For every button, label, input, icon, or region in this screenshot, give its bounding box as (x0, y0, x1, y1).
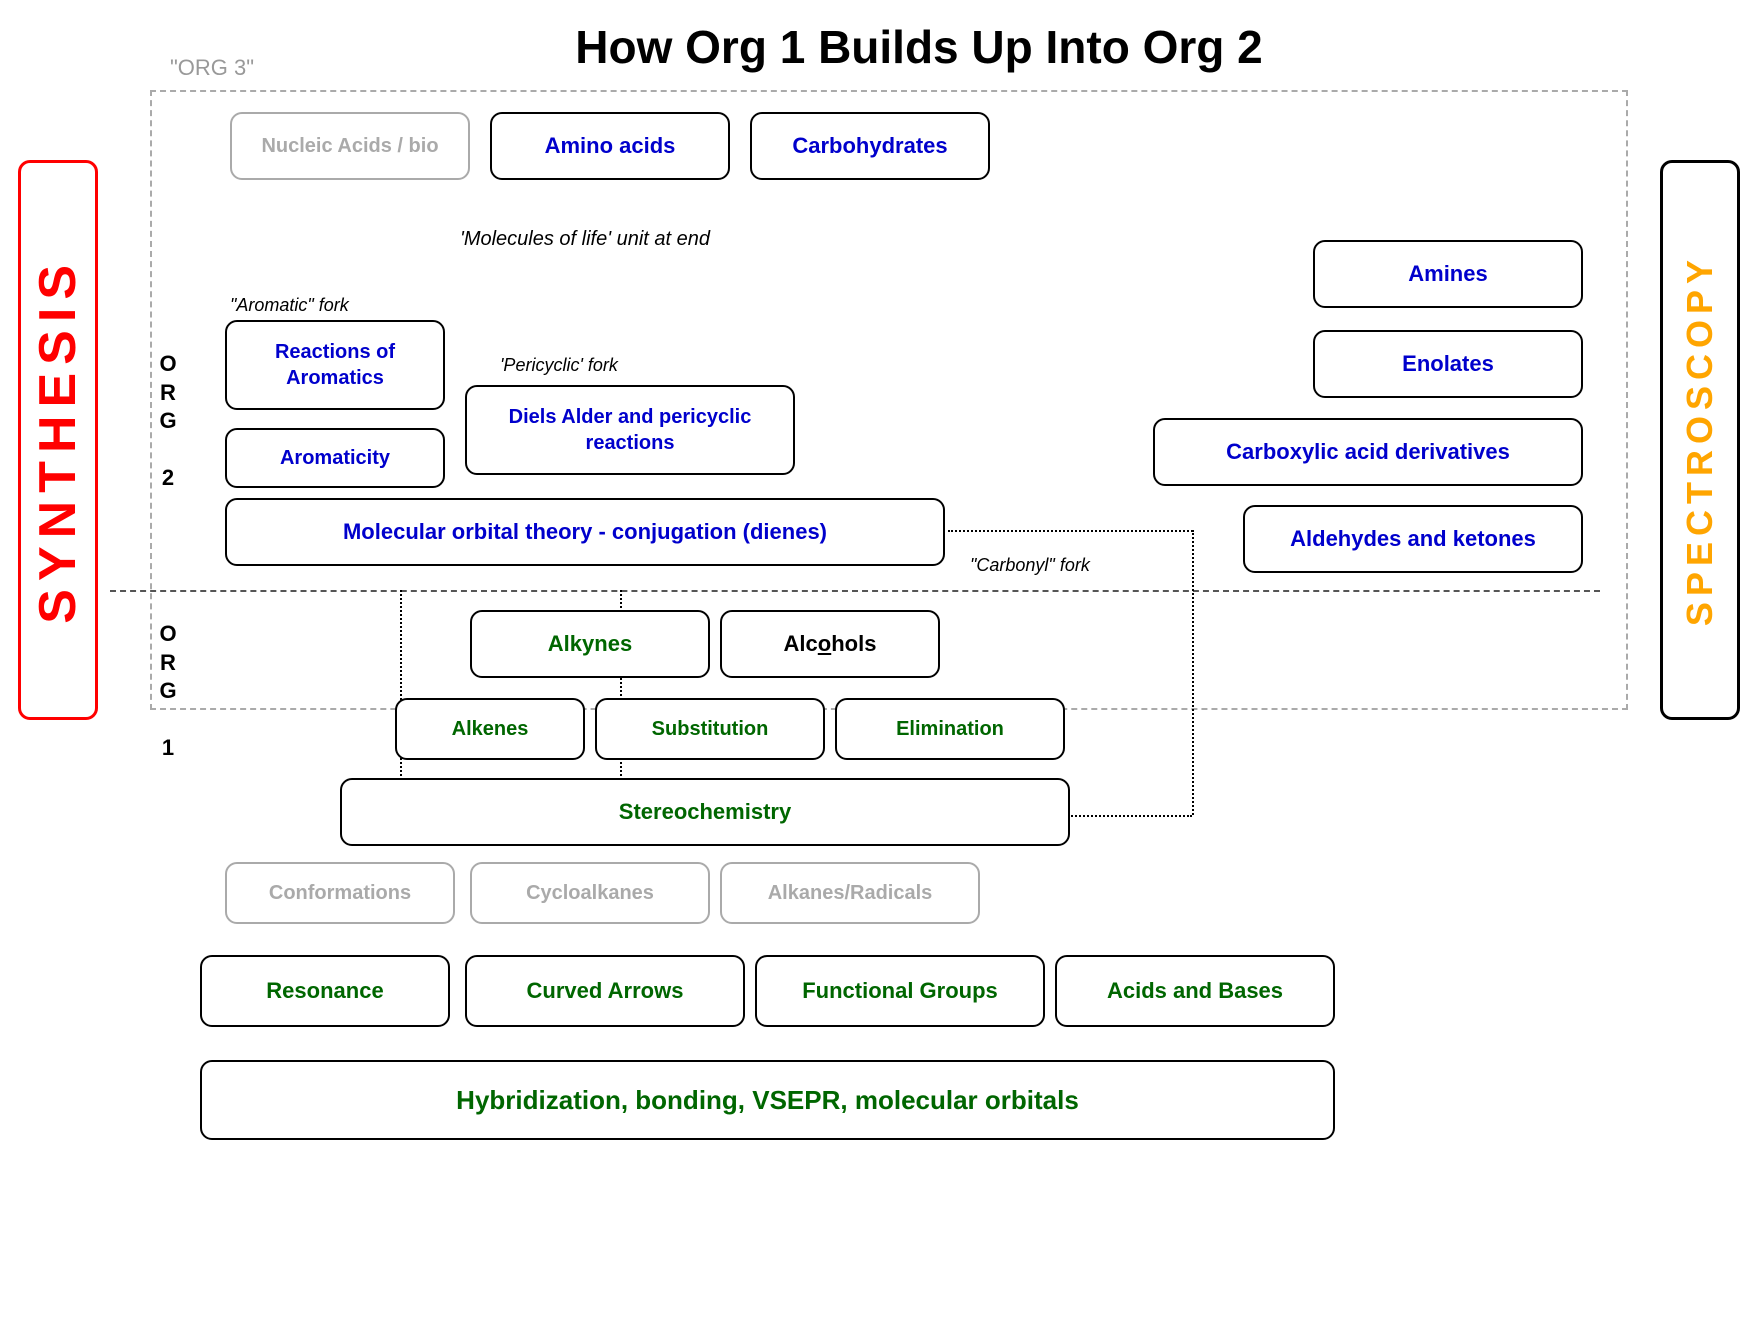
page-title: How Org 1 Builds Up Into Org 2 (100, 20, 1738, 74)
box-conformations: Conformations (225, 862, 455, 924)
box-nucleic-acids: Nucleic Acids / bio (230, 112, 470, 180)
fork-aromatic: "Aromatic" fork (230, 295, 349, 316)
box-cycloalkanes: Cycloalkanes (470, 862, 710, 924)
box-aldehydes: Aldehydes and ketones (1243, 505, 1583, 573)
spectroscopy-label: SPECTROSCOPY (1660, 160, 1740, 720)
box-aromaticity: Aromaticity (225, 428, 445, 488)
box-reactions-aromatics: Reactions of Aromatics (225, 320, 445, 410)
org-divider (110, 590, 1600, 592)
synthesis-label: SYNTHESIS (18, 160, 98, 720)
box-curved-arrows: Curved Arrows (465, 955, 745, 1027)
box-hybridization: Hybridization, bonding, VSEPR, molecular… (200, 1060, 1335, 1140)
dotted-v-right (1192, 530, 1194, 815)
box-carbohydrates: Carbohydrates (750, 112, 990, 180)
box-enolates: Enolates (1313, 330, 1583, 398)
synthesis-text: SYNTHESIS (28, 257, 88, 624)
box-acids-bases: Acids and Bases (1055, 955, 1335, 1027)
org1-label: ORG1 (138, 620, 198, 763)
fork-carbonyl: "Carbonyl" fork (970, 555, 1090, 576)
box-amino-acids: Amino acids (490, 112, 730, 180)
org3-label: "ORG 3" (170, 55, 254, 81)
box-functional-groups: Functional Groups (755, 955, 1045, 1027)
spectroscopy-text: SPECTROSCOPY (1679, 254, 1721, 626)
box-amines: Amines (1313, 240, 1583, 308)
box-alcohols: Alcohols (720, 610, 940, 678)
box-diels-alder: Diels Alder and pericyclic reactions (465, 385, 795, 475)
fork-pericyclic: 'Pericyclic' fork (500, 355, 618, 376)
box-alkynes: Alkynes (470, 610, 710, 678)
box-alkenes: Alkenes (395, 698, 585, 760)
box-mol-orbital: Molecular orbital theory - conjugation (… (225, 498, 945, 566)
main-container: How Org 1 Builds Up Into Org 2 "ORG 3" S… (0, 0, 1758, 1342)
box-substitution: Substitution (595, 698, 825, 760)
box-carboxylic: Carboxylic acid derivatives (1153, 418, 1583, 486)
box-resonance: Resonance (200, 955, 450, 1027)
org2-label: ORG2 (138, 350, 198, 493)
box-elimination: Elimination (835, 698, 1065, 760)
box-stereochemistry: Stereochemistry (340, 778, 1070, 846)
box-alkanes-radicals: Alkanes/Radicals (720, 862, 980, 924)
molecules-label: 'Molecules of life' unit at end (460, 228, 710, 251)
dotted-h-top (948, 530, 1193, 532)
